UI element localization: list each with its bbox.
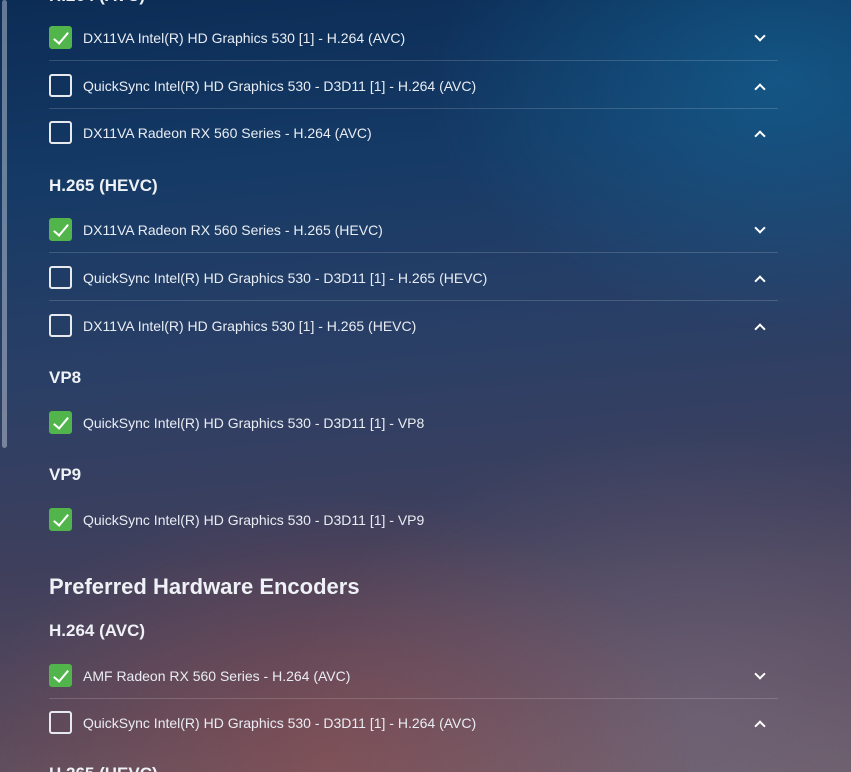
- scrollbar-thumb[interactable]: [2, 0, 7, 448]
- chevron-down-icon[interactable]: [754, 667, 766, 680]
- checkbox-checked[interactable]: [49, 411, 72, 434]
- chevron-up-icon[interactable]: [754, 719, 766, 732]
- chevron-up-icon[interactable]: [754, 274, 766, 287]
- codec-label: QuickSync Intel(R) HD Graphics 530 - D3D…: [83, 269, 488, 286]
- checkbox-unchecked[interactable]: [49, 121, 72, 144]
- chevron-up-icon[interactable]: [754, 82, 766, 95]
- codec-row[interactable]: QuickSync Intel(R) HD Graphics 530 - D3D…: [49, 62, 778, 109]
- codec-row[interactable]: DX11VA Radeon RX 560 Series - H.264 (AVC…: [49, 109, 778, 156]
- checkbox-checked[interactable]: [49, 218, 72, 241]
- codec-row[interactable]: QuickSync Intel(R) HD Graphics 530 - D3D…: [49, 254, 778, 301]
- codec-row[interactable]: DX11VA Radeon RX 560 Series - H.265 (HEV…: [49, 206, 778, 253]
- section-title-vp9: VP9: [49, 465, 82, 484]
- codec-label: DX11VA Radeon RX 560 Series - H.264 (AVC…: [83, 124, 372, 141]
- codec-label: QuickSync Intel(R) HD Graphics 530 - D3D…: [83, 714, 477, 731]
- chevron-up-icon[interactable]: [754, 129, 766, 142]
- codec-row[interactable]: QuickSync Intel(R) HD Graphics 530 - D3D…: [49, 699, 778, 746]
- section-title-h265-decoders: H.265 (HEVC): [49, 176, 158, 195]
- chevron-down-icon[interactable]: [754, 221, 766, 234]
- checkbox-checked[interactable]: [49, 26, 72, 49]
- codec-row[interactable]: AMF Radeon RX 560 Series - H.264 (AVC): [49, 652, 778, 699]
- codec-label: QuickSync Intel(R) HD Graphics 530 - D3D…: [83, 77, 477, 94]
- section-title-preferred-hardware-encoders: Preferred Hardware Encoders: [49, 574, 360, 599]
- section-title-h264-decoders-partial: H.264 (AVC): [49, 0, 145, 6]
- chevron-up-icon[interactable]: [754, 322, 766, 335]
- chevron-down-icon[interactable]: [754, 29, 766, 42]
- checkbox-unchecked[interactable]: [49, 711, 72, 734]
- checkbox-checked[interactable]: [49, 664, 72, 687]
- checkbox-checked[interactable]: [49, 508, 72, 531]
- codec-row[interactable]: DX11VA Intel(R) HD Graphics 530 [1] - H.…: [49, 14, 778, 61]
- page-scrollbar[interactable]: [0, 0, 10, 772]
- codec-label: QuickSync Intel(R) HD Graphics 530 - D3D…: [83, 511, 425, 528]
- section-title-vp8: VP8: [49, 368, 82, 387]
- section-title-h264-encoders: H.264 (AVC): [49, 621, 146, 640]
- section-title-h265-encoders-partial: H.265 (HEVC): [49, 764, 158, 772]
- checkbox-unchecked[interactable]: [49, 74, 72, 97]
- codec-label: QuickSync Intel(R) HD Graphics 530 - D3D…: [83, 414, 425, 431]
- codec-row[interactable]: QuickSync Intel(R) HD Graphics 530 - D3D…: [49, 399, 778, 446]
- codec-row[interactable]: QuickSync Intel(R) HD Graphics 530 - D3D…: [49, 496, 778, 543]
- checkbox-unchecked[interactable]: [49, 266, 72, 289]
- codec-row[interactable]: DX11VA Intel(R) HD Graphics 530 [1] - H.…: [49, 302, 778, 349]
- checkbox-unchecked[interactable]: [49, 314, 72, 337]
- codec-label: AMF Radeon RX 560 Series - H.264 (AVC): [83, 667, 351, 684]
- codec-label: DX11VA Radeon RX 560 Series - H.265 (HEV…: [83, 221, 383, 238]
- codec-label: DX11VA Intel(R) HD Graphics 530 [1] - H.…: [83, 29, 406, 46]
- codec-label: DX11VA Intel(R) HD Graphics 530 [1] - H.…: [83, 317, 417, 334]
